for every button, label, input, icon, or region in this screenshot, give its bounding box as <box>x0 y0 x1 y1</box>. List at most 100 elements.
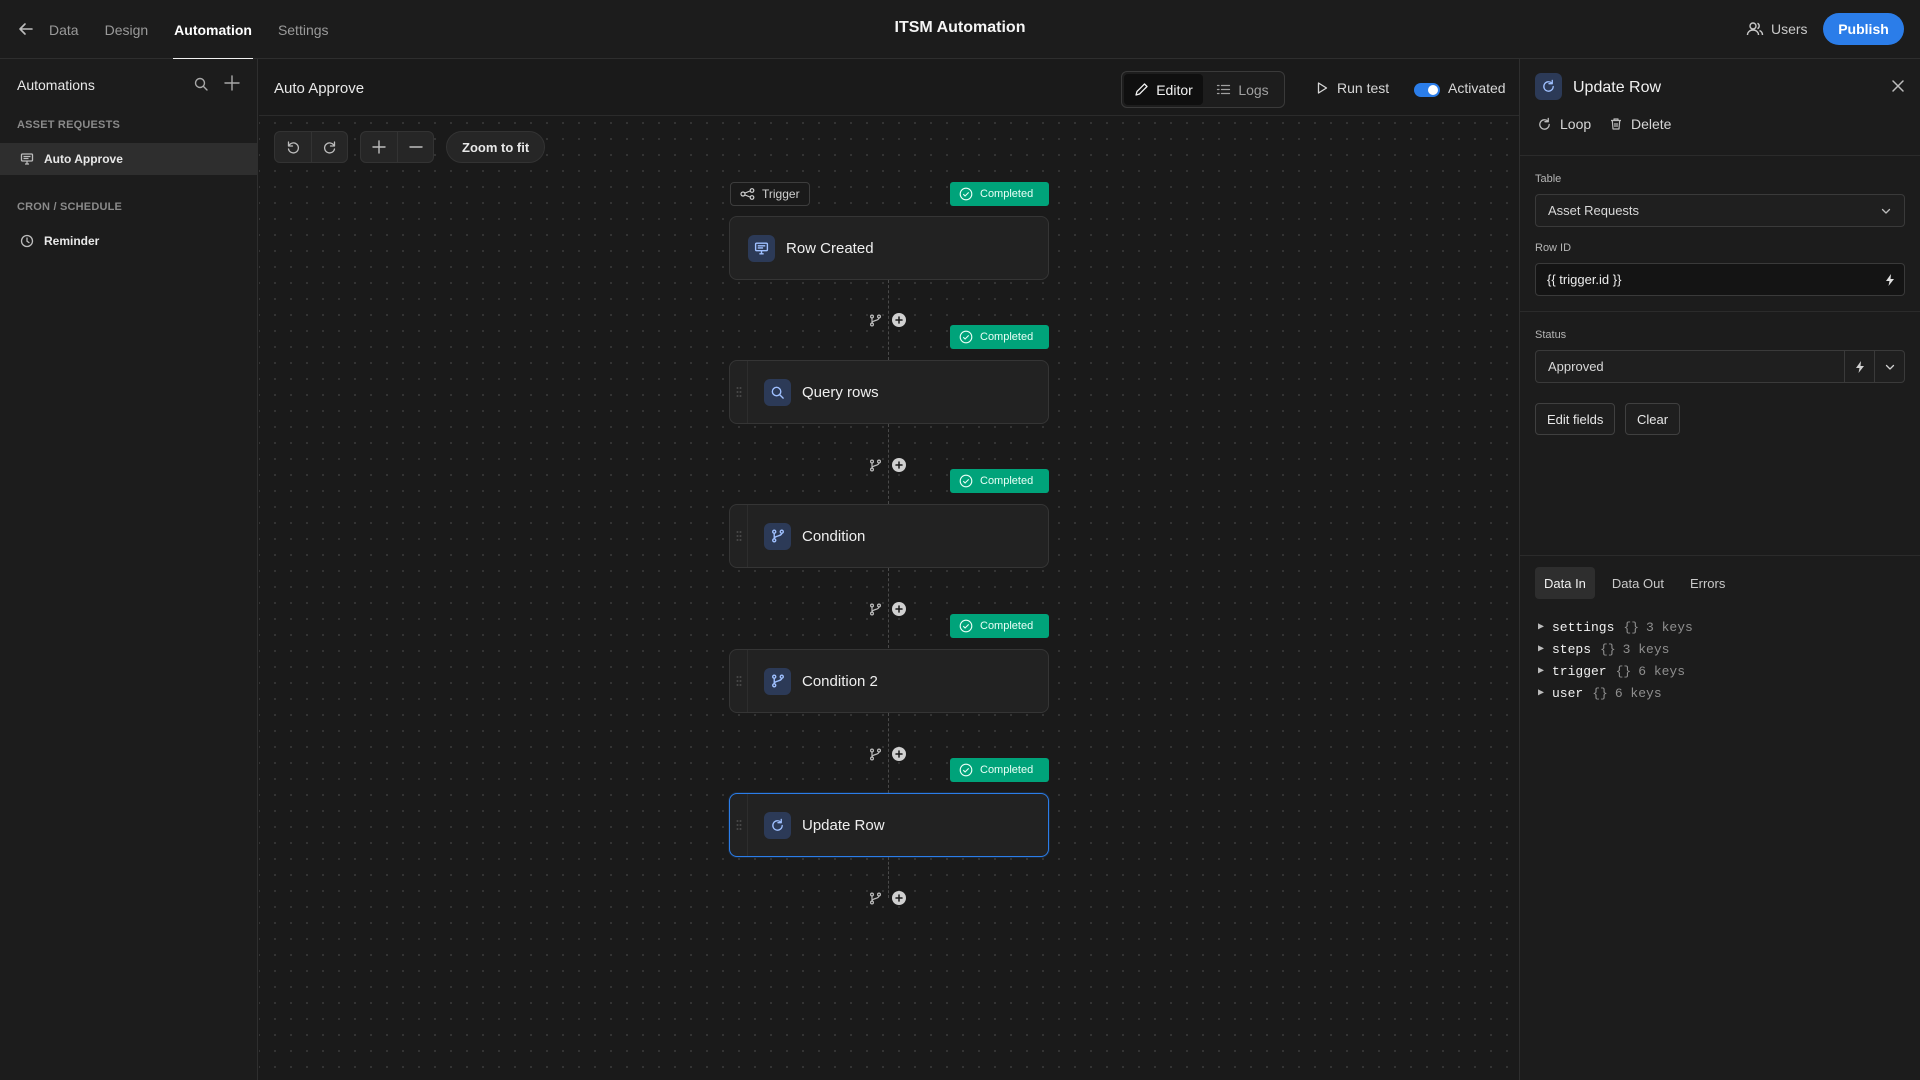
drag-handle-icon[interactable] <box>730 361 748 423</box>
step-node-label: Row Created <box>786 239 874 257</box>
add-step-icon[interactable] <box>892 602 906 616</box>
drag-handle-icon[interactable] <box>730 794 748 856</box>
logs-tab[interactable]: Logs <box>1203 74 1282 105</box>
add-step-icon[interactable] <box>892 458 906 472</box>
bolt-icon[interactable] <box>1880 270 1900 290</box>
row-id-input[interactable] <box>1535 263 1905 296</box>
branch-icon[interactable] <box>866 889 884 907</box>
trash-icon <box>1609 117 1631 131</box>
refresh-icon <box>1535 73 1562 100</box>
add-icon[interactable] <box>223 74 241 92</box>
tree-key: trigger <box>1552 663 1607 679</box>
chevron-down-icon <box>1880 205 1892 217</box>
drag-handle-icon[interactable] <box>730 650 748 712</box>
run-test-button[interactable]: Run test <box>1315 80 1389 96</box>
zoom-to-fit-button[interactable]: Zoom to fit <box>446 131 546 163</box>
step-node-condition[interactable]: Condition <box>729 504 1049 568</box>
branch-icon[interactable] <box>866 311 884 329</box>
branch-icon[interactable] <box>866 456 884 474</box>
step-node-row-created[interactable]: Row Created <box>729 216 1049 280</box>
loop-label: Loop <box>1560 116 1592 132</box>
step-node-query-rows[interactable]: Query rows <box>729 360 1049 424</box>
tree-count: 3 keys <box>1646 619 1693 635</box>
canvas-header: Auto Approve Editor Logs Run test Activa <box>259 59 1519 116</box>
status-badge: Completed <box>950 758 1049 782</box>
drag-handle-icon[interactable] <box>730 505 748 567</box>
tree-row[interactable]: ▶ settings {} 3 keys <box>1538 616 1693 638</box>
zoom-controls <box>360 131 434 163</box>
trigger-label: Trigger <box>762 187 800 201</box>
delete-button[interactable]: Delete <box>1609 116 1671 132</box>
clear-button[interactable]: Clear <box>1625 403 1681 435</box>
editor-label: Editor <box>1156 81 1193 98</box>
edit-fields-button[interactable]: Edit fields <box>1535 403 1616 435</box>
add-step-icon[interactable] <box>892 313 906 327</box>
tree-key: steps <box>1552 641 1592 657</box>
tab-data[interactable]: Data <box>49 0 79 59</box>
sidebar-item-auto-approve[interactable]: Auto Approve <box>0 143 257 175</box>
status-value[interactable]: Approved <box>1536 351 1844 382</box>
row-id-field-label: Row ID <box>1535 242 1572 254</box>
refresh-icon <box>764 811 791 839</box>
undo-icon[interactable] <box>275 132 311 162</box>
publish-button[interactable]: Publish <box>1823 13 1904 45</box>
status-field-label: Status <box>1535 329 1567 341</box>
add-step-icon[interactable] <box>892 891 906 905</box>
divider <box>1520 155 1920 156</box>
activated-label: Activated <box>1448 80 1506 96</box>
list-icon <box>1216 82 1238 97</box>
chevron-down-icon[interactable] <box>1874 351 1904 382</box>
tab-data-in[interactable]: Data In <box>1535 567 1595 599</box>
loop-button[interactable]: Loop <box>1537 116 1591 132</box>
step-node-condition-2[interactable]: Condition 2 <box>729 649 1049 713</box>
top-bar: Data Design Automation Settings ITSM Aut… <box>0 0 1920 60</box>
close-icon[interactable] <box>1890 78 1906 94</box>
automation-canvas[interactable]: Auto Approve Editor Logs Run test Activa <box>259 59 1519 1080</box>
table-select[interactable]: Asset Requests <box>1535 194 1905 227</box>
zoom-in-icon[interactable] <box>361 132 397 162</box>
add-step-icon[interactable] <box>892 747 906 761</box>
status-badge-label: Completed <box>980 764 1034 776</box>
tree-count: 6 keys <box>1614 685 1662 701</box>
branch-icon <box>764 667 791 695</box>
clock-icon <box>20 234 44 248</box>
users-label: Users <box>1771 21 1808 37</box>
redo-icon[interactable] <box>311 132 347 162</box>
branch-icon[interactable] <box>866 745 884 763</box>
section-heading-cron-schedule: CRON / SCHEDULE <box>17 201 123 213</box>
step-insert-controls <box>866 744 906 764</box>
tab-automation[interactable]: Automation <box>173 0 253 60</box>
tab-data-out[interactable]: Data Out <box>1603 567 1673 599</box>
back-arrow-icon[interactable] <box>16 19 36 39</box>
tab-errors[interactable]: Errors <box>1681 567 1734 599</box>
tree-row[interactable]: ▶ trigger {} 6 keys <box>1538 660 1693 682</box>
bolt-icon[interactable] <box>1844 351 1874 382</box>
tree-row[interactable]: ▶ user {} 6 keys <box>1538 682 1693 704</box>
tab-design[interactable]: Design <box>105 0 149 59</box>
editor-tab[interactable]: Editor <box>1124 74 1203 105</box>
tree-key: user <box>1552 685 1584 701</box>
sidebar-item-reminder[interactable]: Reminder <box>0 225 257 257</box>
status-badge: Completed <box>950 469 1049 493</box>
zoom-out-icon[interactable] <box>397 132 433 162</box>
search-icon[interactable] <box>193 76 209 92</box>
step-node-update-row[interactable]: Update Row <box>729 793 1049 857</box>
tree-row[interactable]: ▶ steps {} 3 keys <box>1538 638 1693 660</box>
branch-icon[interactable] <box>866 600 884 618</box>
section-heading-asset-requests: ASSET REQUESTS <box>17 119 121 131</box>
sidebar-item-label: Reminder <box>44 234 100 248</box>
step-node-label: Update Row <box>802 816 885 834</box>
data-tree: ▶ settings {} 3 keys ▶ steps {} 3 keys ▶… <box>1538 616 1693 704</box>
status-badge: Completed <box>950 182 1049 206</box>
tree-count: 6 keys <box>1638 663 1686 679</box>
check-circle-icon <box>959 330 980 344</box>
tab-settings[interactable]: Settings <box>278 0 329 59</box>
automations-sidebar: Automations ASSET REQUESTS Auto Approve … <box>0 59 258 1080</box>
tree-type: {} <box>1615 663 1632 679</box>
sidebar-title: Automations <box>17 77 95 93</box>
table-field-label: Table <box>1535 173 1562 185</box>
play-icon <box>1315 81 1337 95</box>
divider <box>1520 311 1920 312</box>
activated-toggle[interactable] <box>1414 83 1440 97</box>
users-button[interactable]: Users <box>1746 17 1808 41</box>
